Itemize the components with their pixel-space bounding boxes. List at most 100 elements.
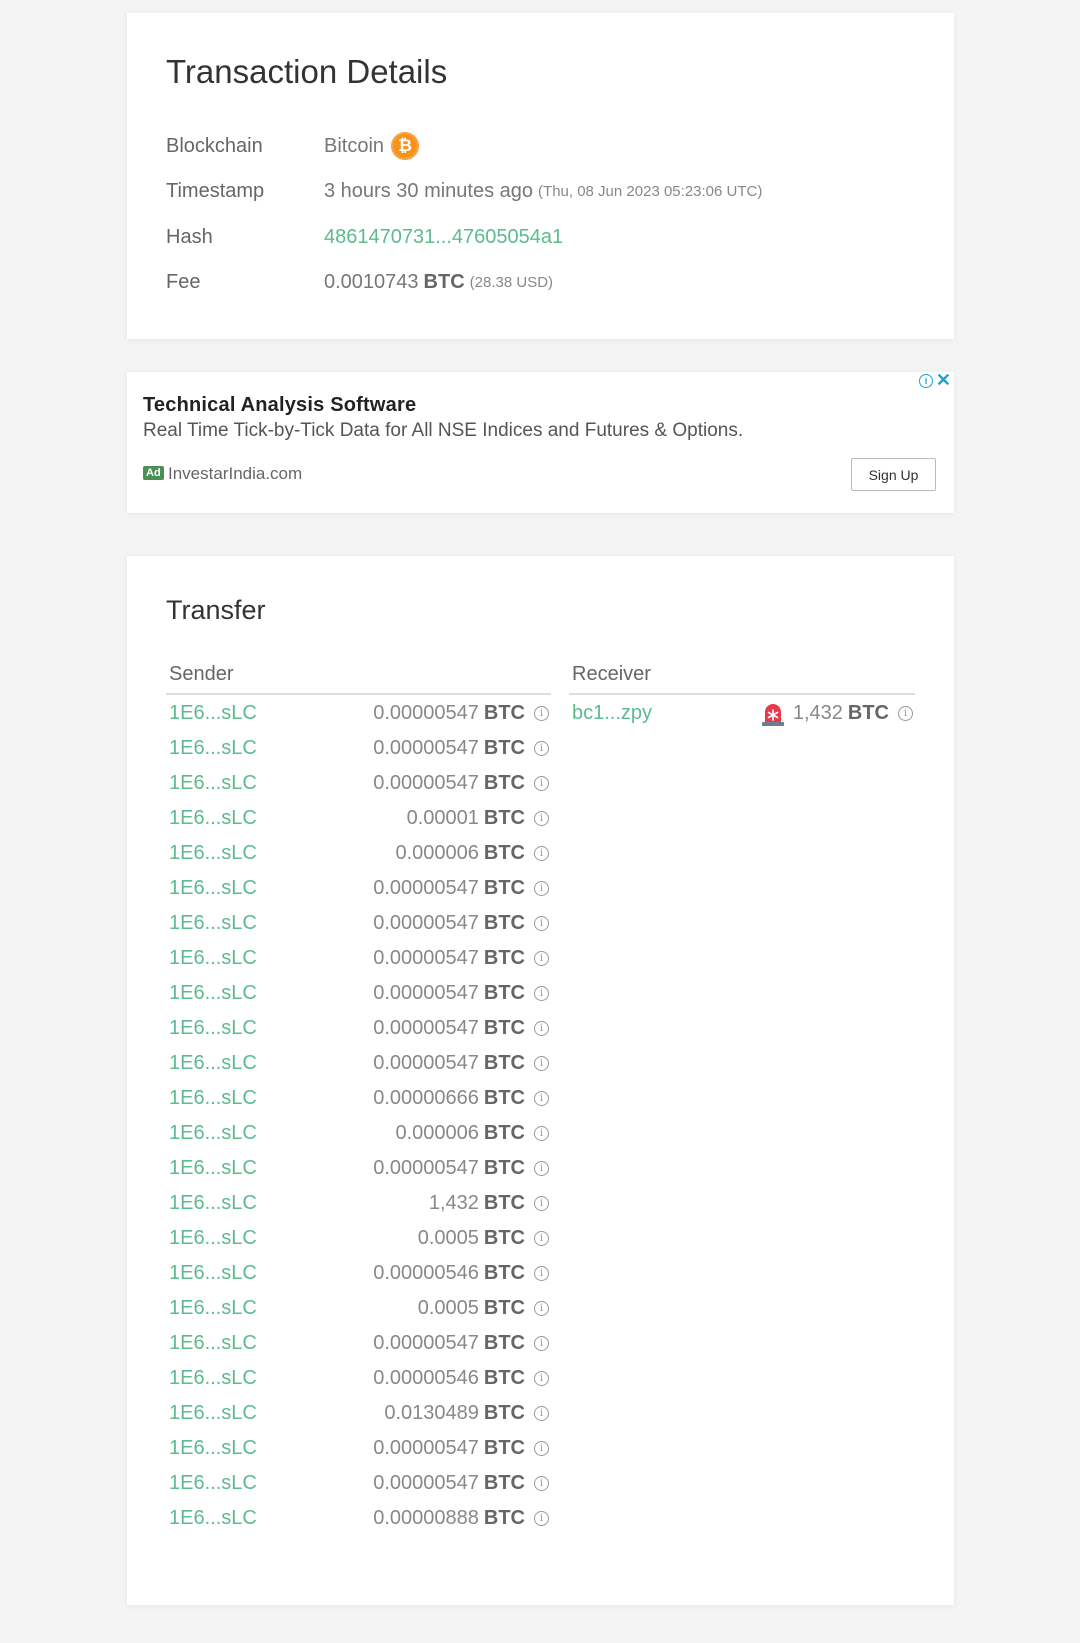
info-icon[interactable]: i [534,846,549,861]
info-icon[interactable]: i [534,951,549,966]
sender-address-link[interactable]: 1E6...sLC [166,1367,373,1390]
sender-amount: 0.0005 BTC i [418,1227,551,1250]
sender-column-header: Sender [166,663,551,695]
sender-address-link[interactable]: 1E6...sLC [166,947,373,970]
info-icon[interactable]: i [534,986,549,1001]
sender-amount-value: 0.00000546 [373,1262,479,1284]
sender-amount: 0.00000547 BTC i [373,702,551,725]
info-icon[interactable]: i [534,1266,549,1281]
ad-info-icon[interactable]: i [919,374,933,388]
sender-amount-unit: BTC [483,1402,525,1424]
timestamp-row: Timestamp 3 hours 30 minutes ago (Thu, 0… [166,176,762,206]
info-icon[interactable]: i [534,1231,549,1246]
sender-address-link[interactable]: 1E6...sLC [166,1052,373,1075]
receiver-amount-unit: BTC [847,702,889,724]
page-title: Transaction Details [166,53,448,90]
sender-address-link[interactable]: 1E6...sLC [166,1192,429,1215]
sender-address-link[interactable]: 1E6...sLC [166,1437,373,1460]
sender-address-link[interactable]: 1E6...sLC [166,1472,373,1495]
bitcoin-icon: ₿ [391,132,420,160]
hash-label: Hash [166,225,213,248]
sender-amount: 0.000006 BTC i [395,842,551,865]
sender-address-link[interactable]: 1E6...sLC [166,1332,373,1355]
fee-unit: BTC [423,270,465,293]
sender-address-link[interactable]: 1E6...sLC [166,1122,395,1145]
sender-amount-unit: BTC [483,1122,525,1144]
sender-row: 1E6...sLC 0.00000546 BTC i [166,1256,551,1291]
sender-address-link[interactable]: 1E6...sLC [166,1157,373,1180]
sender-address-link[interactable]: 1E6...sLC [166,702,373,725]
sender-row: 1E6...sLC 0.00000547 BTC i [166,1326,551,1361]
info-icon[interactable]: i [534,916,549,931]
sender-row: 1E6...sLC 0.00000547 BTC i [166,731,551,766]
sender-amount-unit: BTC [483,1262,525,1284]
sender-amount-unit: BTC [483,1157,525,1179]
fee-label: Fee [166,270,201,293]
hash-link[interactable]: 4861470731...47605054a1 [324,226,563,249]
sender-amount-value: 0.00000547 [373,877,479,899]
sender-amount-value: 0.00000547 [373,737,479,759]
info-icon[interactable]: i [534,776,549,791]
sender-row: 1E6...sLC 0.00000547 BTC i [166,976,551,1011]
sender-address-link[interactable]: 1E6...sLC [166,1017,373,1040]
ad-domain[interactable]: InvestarIndia.com [168,464,302,484]
info-icon[interactable]: i [534,1476,549,1491]
sender-address-link[interactable]: 1E6...sLC [166,912,373,935]
sender-address-link[interactable]: 1E6...sLC [166,807,407,830]
ad-title[interactable]: Technical Analysis Software [143,394,416,417]
ad-banner[interactable]: i ✕ Technical Analysis Software Real Tim… [127,370,954,513]
sender-amount: 0.00000547 BTC i [373,982,551,1005]
sender-amount-value: 0.00000547 [373,1472,479,1494]
info-icon[interactable]: i [534,741,549,756]
info-icon[interactable]: i [534,1301,549,1316]
sender-amount-value: 0.0005 [417,1227,479,1249]
sender-amount-value: 1,432 [428,1192,479,1214]
timestamp-value: 3 hours 30 minutes ago (Thu, 08 Jun 2023… [324,180,762,203]
sender-address-link[interactable]: 1E6...sLC [166,982,373,1005]
info-icon[interactable]: i [534,1441,549,1456]
sender-amount-unit: BTC [483,1507,525,1529]
sender-row: 1E6...sLC 1,432 BTC i [166,1186,551,1221]
sender-address-link[interactable]: 1E6...sLC [166,737,373,760]
sign-up-button[interactable]: Sign Up [851,458,936,491]
info-icon[interactable]: i [534,1336,549,1351]
info-icon[interactable]: i [534,811,549,826]
sender-address-link[interactable]: 1E6...sLC [166,842,395,865]
sender-amount-unit: BTC [483,877,525,899]
info-icon[interactable]: i [534,1161,549,1176]
sender-row: 1E6...sLC 0.000006 BTC i [166,836,551,871]
sender-address-link[interactable]: 1E6...sLC [166,1262,373,1285]
sender-address-link[interactable]: 1E6...sLC [166,1087,373,1110]
fee-amount: 0.0010743 [324,270,419,293]
sender-amount-unit: BTC [483,702,525,724]
sender-amount-unit: BTC [483,807,525,829]
info-icon[interactable]: i [534,1196,549,1211]
sender-row: 1E6...sLC 0.00000666 BTC i [166,1081,551,1116]
sender-address-link[interactable]: 1E6...sLC [166,877,373,900]
info-icon[interactable]: i [534,1056,549,1071]
info-icon[interactable]: i [534,1511,549,1526]
blockchain-value: Bitcoin ₿ [324,132,420,160]
info-icon[interactable]: i [534,1021,549,1036]
sender-address-link[interactable]: 1E6...sLC [166,1227,418,1250]
sender-row: 1E6...sLC 0.00000547 BTC i [166,871,551,906]
info-icon[interactable]: i [534,881,549,896]
sender-amount-value: 0.00000547 [373,1157,479,1179]
sender-address-link[interactable]: 1E6...sLC [166,1402,384,1425]
sender-amount-value: 0.00000547 [373,1052,479,1074]
sender-row: 1E6...sLC 0.00000547 BTC i [166,1431,551,1466]
ad-badge: Ad [143,466,164,480]
transaction-details-card: Transaction Details Blockchain Bitcoin ₿… [127,13,954,339]
info-icon[interactable]: i [534,1126,549,1141]
sender-amount-unit: BTC [483,1297,525,1319]
receiver-address-link[interactable]: bc1...zpy [569,702,760,725]
info-icon[interactable]: i [534,1091,549,1106]
sender-address-link[interactable]: 1E6...sLC [166,772,373,795]
sender-address-link[interactable]: 1E6...sLC [166,1507,373,1530]
close-icon[interactable]: ✕ [936,370,951,391]
info-icon[interactable]: i [898,706,913,721]
sender-address-link[interactable]: 1E6...sLC [166,1297,418,1320]
info-icon[interactable]: i [534,706,549,721]
info-icon[interactable]: i [534,1406,549,1421]
info-icon[interactable]: i [534,1371,549,1386]
